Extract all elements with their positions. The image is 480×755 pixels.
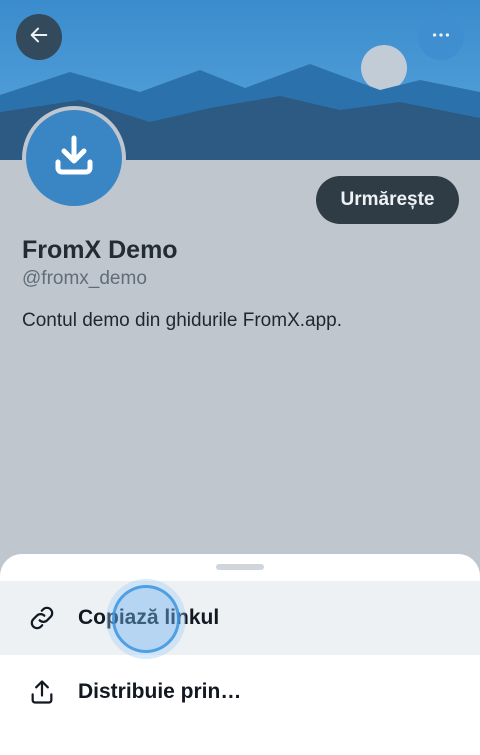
follow-button[interactable]: Urmărește [316,176,459,224]
link-icon [28,604,56,632]
share-via-item[interactable]: Distribuie prin… [0,655,480,729]
share-bottom-sheet: Copiază linkul Distribuie prin… [0,554,480,755]
avatar-image [26,110,122,206]
share-via-label: Distribuie prin… [78,680,242,703]
copy-link-item[interactable]: Copiază linkul [0,581,480,655]
profile-bio: Contul demo din ghidurile FromX.app. [22,310,343,331]
back-button[interactable] [16,14,62,60]
more-options-button[interactable] [418,14,464,60]
arrow-left-icon [28,24,50,51]
download-icon [46,128,102,189]
sheet-drag-handle[interactable] [216,564,264,570]
profile-handle: @fromx_demo [22,268,147,289]
share-icon [28,678,56,706]
touch-indicator [112,585,180,653]
avatar[interactable] [22,106,126,210]
profile-name: FromX Demo [22,236,178,264]
more-horizontal-icon [430,24,452,51]
